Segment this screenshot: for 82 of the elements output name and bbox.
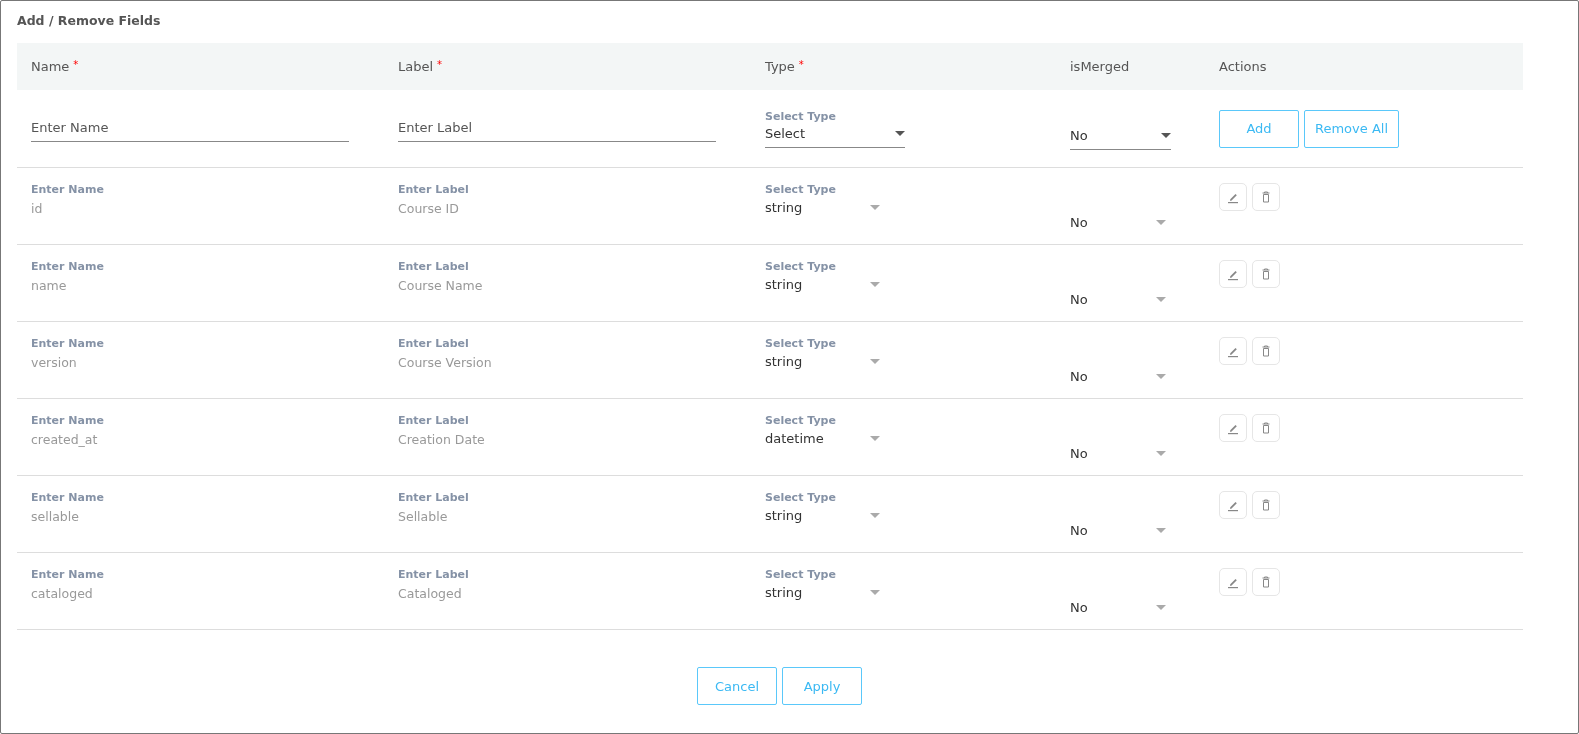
field-caption: Enter Label [398, 414, 470, 428]
field-caption: Enter Label [398, 260, 470, 274]
type-select[interactable]: Select [765, 123, 905, 148]
caret-icon [870, 590, 880, 595]
merged-select[interactable]: No [1070, 215, 1166, 230]
field-caption: Select Type [765, 568, 837, 582]
label-value: Sellable [398, 509, 449, 524]
edit-button[interactable] [1219, 260, 1247, 288]
caret-icon [870, 282, 880, 287]
label-value: Course Name [398, 278, 484, 293]
type-select[interactable]: string [765, 354, 880, 369]
caret-icon [1161, 132, 1171, 138]
field-caption: Select Type [765, 109, 837, 124]
field-caption: Select Type [765, 491, 837, 505]
field-caption: Enter Name [31, 568, 105, 582]
dialog-title: Add / Remove Fields [17, 12, 162, 30]
field-caption: Select Type [765, 260, 837, 274]
label-value: Course Version [398, 355, 493, 370]
required-mark: * [437, 59, 443, 70]
field-caption: Enter Name [31, 337, 105, 351]
required-mark: * [73, 59, 79, 70]
merged-select[interactable]: No [1070, 121, 1171, 150]
caret-icon [1156, 528, 1166, 533]
field-caption: Select Type [765, 414, 837, 428]
caret-icon [1156, 220, 1166, 225]
label-input-field[interactable]: Enter Label [398, 115, 716, 142]
column-header: Type [765, 59, 795, 74]
column-header: Label [398, 59, 434, 74]
field-caption: Enter Name [31, 183, 105, 197]
label-value: Course ID [398, 201, 460, 216]
caret-icon [1156, 297, 1166, 302]
type-select[interactable]: string [765, 508, 880, 523]
required-mark: * [798, 59, 804, 70]
type-select[interactable]: datetime [765, 431, 880, 446]
caret-icon [1156, 451, 1166, 456]
caret-icon [1156, 374, 1166, 379]
caret-icon [1156, 605, 1166, 610]
delete-button[interactable] [1252, 414, 1280, 442]
name-value: id [31, 201, 44, 216]
field-caption: Enter Label [398, 568, 470, 582]
delete-button[interactable] [1252, 491, 1280, 519]
caret-icon [870, 359, 880, 364]
field-caption: Enter Label [398, 183, 470, 197]
field-caption: Enter Name [31, 260, 105, 274]
field-caption: Enter Name [31, 414, 105, 428]
label-value: Creation Date [398, 432, 486, 447]
edit-button[interactable] [1219, 414, 1247, 442]
field-caption: Select Type [765, 337, 837, 351]
name-value: cataloged [31, 586, 94, 601]
name-value: name [31, 278, 68, 293]
caret-icon [895, 130, 905, 136]
edit-button[interactable] [1219, 337, 1247, 365]
delete-button[interactable] [1252, 260, 1280, 288]
name-value: sellable [31, 509, 80, 524]
column-header: Name [31, 59, 70, 74]
edit-button[interactable] [1219, 491, 1247, 519]
field-caption: Enter Label [398, 491, 470, 505]
delete-button[interactable] [1252, 183, 1280, 211]
edit-button[interactable] [1219, 568, 1247, 596]
type-select[interactable]: string [765, 585, 880, 600]
type-select[interactable]: string [765, 277, 880, 292]
caret-icon [870, 205, 880, 210]
delete-button[interactable] [1252, 568, 1280, 596]
delete-button[interactable] [1252, 337, 1280, 365]
field-caption: Enter Label [398, 337, 470, 351]
merged-select[interactable]: No [1070, 292, 1166, 307]
name-value: version [31, 355, 78, 370]
merged-select[interactable]: No [1070, 369, 1166, 384]
caret-icon [870, 513, 880, 518]
merged-select[interactable]: No [1070, 523, 1166, 538]
edit-button[interactable] [1219, 183, 1247, 211]
column-header: Actions [1219, 59, 1267, 74]
column-header: isMerged [1070, 59, 1130, 74]
name-value: created_at [31, 432, 99, 447]
merged-select[interactable]: No [1070, 600, 1166, 615]
name-input-field[interactable]: Enter Name [31, 115, 349, 142]
label-value: Cataloged [398, 586, 463, 601]
field-caption: Enter Name [31, 491, 105, 505]
merged-select[interactable]: No [1070, 446, 1166, 461]
type-select[interactable]: string [765, 200, 880, 215]
field-caption: Select Type [765, 183, 837, 197]
caret-icon [870, 436, 880, 441]
